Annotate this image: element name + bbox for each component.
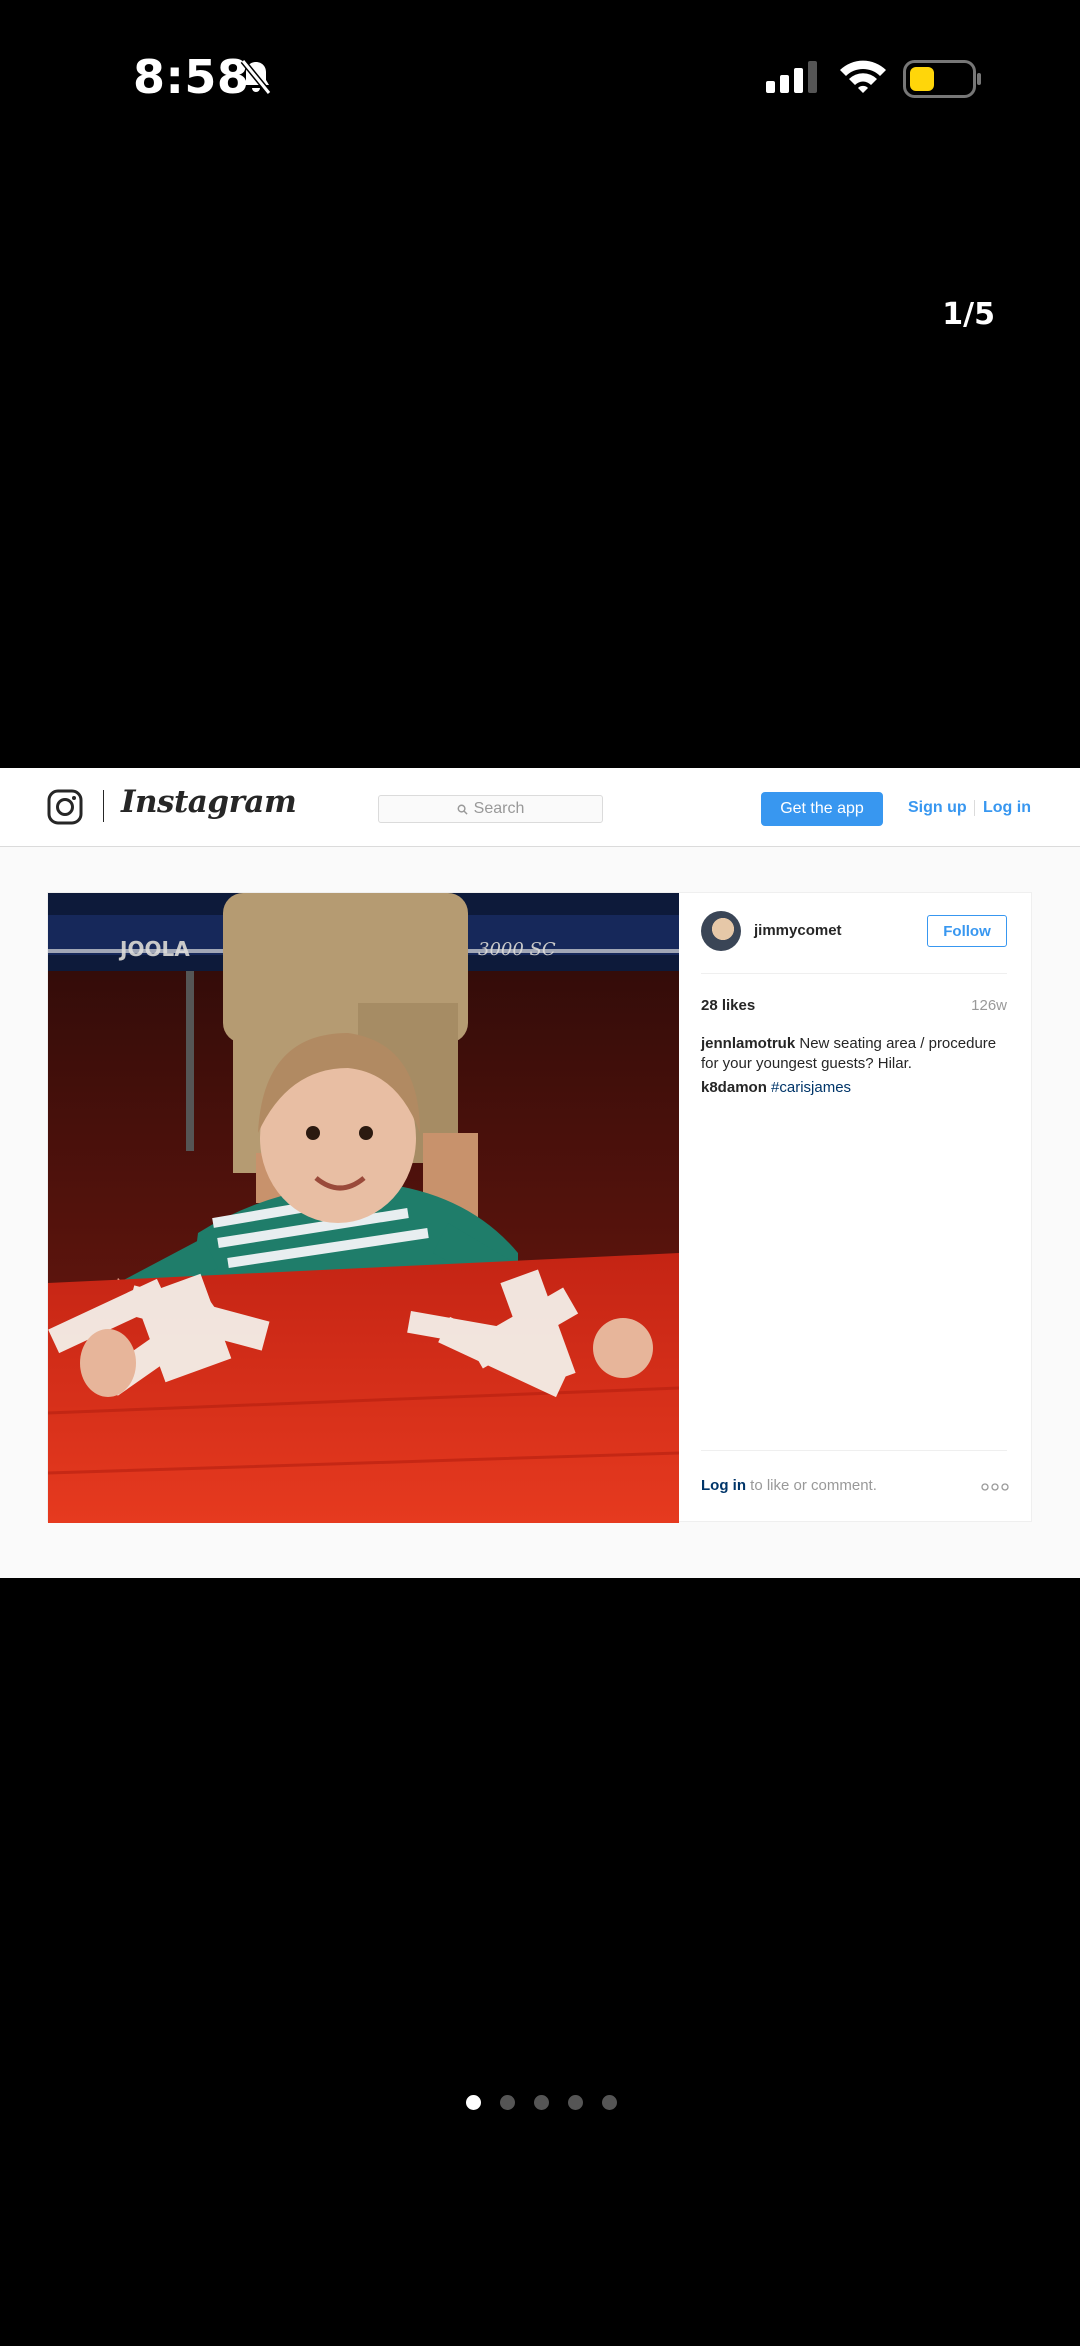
page-indicator[interactable]: [466, 2095, 617, 2110]
sign-up-link[interactable]: Sign up: [908, 799, 967, 817]
page-dot[interactable]: [568, 2095, 583, 2110]
post-sidebar: jimmycomet Follow 28 likes 126w jennlamo…: [679, 893, 1033, 1523]
search-input[interactable]: Search: [378, 795, 603, 823]
bell-slash-icon: [240, 59, 272, 95]
divider: [701, 973, 1007, 974]
avatar[interactable]: [701, 911, 741, 951]
wifi-icon: [840, 60, 886, 93]
likes-count[interactable]: 28 likes: [701, 997, 755, 1014]
comment-username[interactable]: k8damon: [701, 1079, 767, 1096]
battery-icon: [903, 60, 981, 98]
post-caption: jennlamotruk New seating area / procedur…: [701, 1034, 1011, 1098]
search-icon: [457, 804, 468, 815]
post-age[interactable]: 126w: [971, 997, 1007, 1014]
follow-button[interactable]: Follow: [927, 915, 1007, 947]
comment-hashtag[interactable]: #carisjames: [771, 1079, 851, 1096]
header-separator: [974, 800, 975, 816]
more-options-icon[interactable]: [981, 1483, 1009, 1491]
post-photo[interactable]: JOOLA 3000 SC: [48, 893, 679, 1523]
search-placeholder: Search: [473, 800, 525, 817]
logo-divider: [103, 790, 104, 822]
image-counter: 1/5: [942, 297, 995, 332]
instagram-web-screenshot: Instagram Search Get the app Sign up Log…: [0, 768, 1080, 1578]
page-dot[interactable]: [534, 2095, 549, 2110]
cellular-signal-icon: [766, 61, 817, 93]
page-dot[interactable]: [602, 2095, 617, 2110]
log-in-link[interactable]: Log in: [983, 799, 1031, 817]
divider: [701, 1450, 1007, 1451]
post-card: JOOLA 3000 SC: [47, 892, 1033, 1523]
login-prompt-text: to like or comment.: [750, 1477, 877, 1494]
get-the-app-button[interactable]: Get the app: [761, 792, 883, 826]
instagram-wordmark[interactable]: Instagram: [121, 784, 297, 820]
status-time: 8:58: [133, 50, 250, 104]
instagram-header: Instagram Search Get the app Sign up Log…: [0, 768, 1080, 847]
page-dot[interactable]: [500, 2095, 515, 2110]
post-username[interactable]: jimmycomet: [754, 922, 842, 939]
instagram-logo-icon[interactable]: [47, 789, 83, 825]
login-prompt: Log in to like or comment.: [701, 1477, 877, 1494]
login-to-comment-link[interactable]: Log in: [701, 1477, 746, 1494]
caption-username[interactable]: jennlamotruk: [701, 1035, 795, 1052]
page-dot[interactable]: [466, 2095, 481, 2110]
